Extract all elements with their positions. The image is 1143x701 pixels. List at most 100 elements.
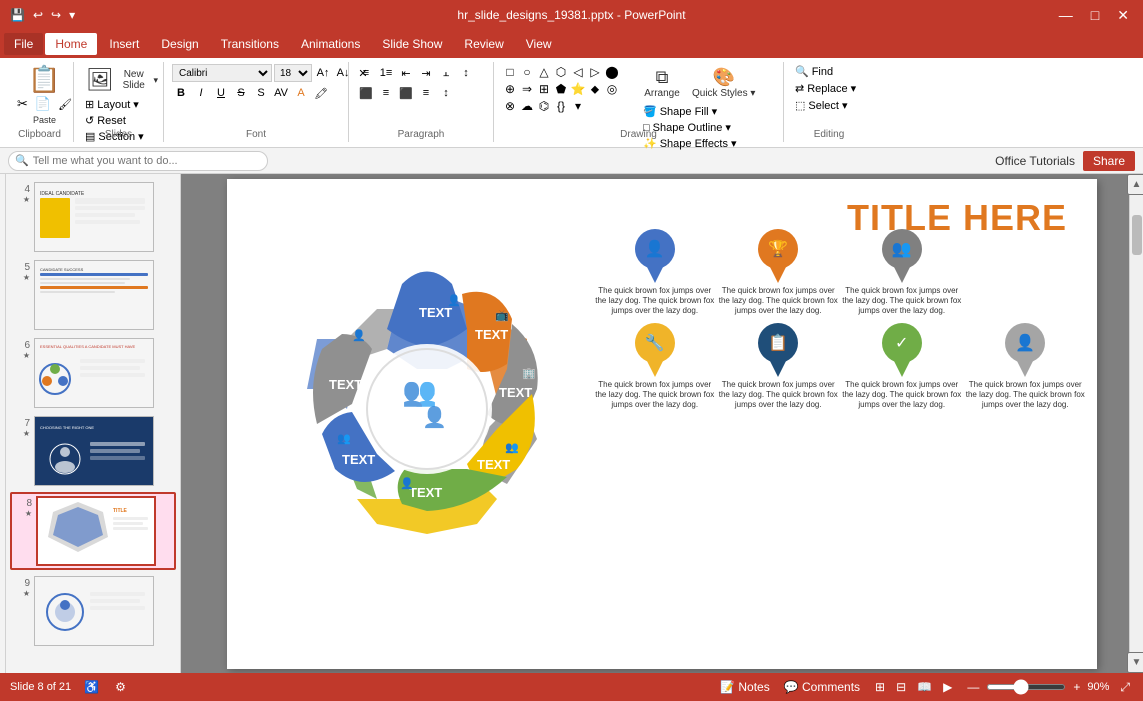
shape-btn[interactable]: ⬥ xyxy=(587,81,603,97)
slideshow-button[interactable]: ▶ xyxy=(939,678,956,696)
arrange-button[interactable]: ⧉ Arrange xyxy=(640,64,684,102)
comments-button[interactable]: 💬 Comments xyxy=(781,679,863,695)
shapes-more-btn[interactable]: ▾ xyxy=(570,98,586,114)
text-direction-button[interactable]: ↕ xyxy=(457,64,475,82)
save-qa-button[interactable]: 💾 xyxy=(8,6,27,24)
shape-btn[interactable]: ⭐ xyxy=(570,81,586,97)
tab-slideshow[interactable]: Slide Show xyxy=(372,33,452,55)
zoom-slider-input[interactable] xyxy=(986,684,1066,690)
shape-btn[interactable]: ⊗ xyxy=(502,98,518,114)
char-spacing-button[interactable]: AV xyxy=(272,84,290,102)
align-left-button[interactable]: ⬛ xyxy=(357,84,375,102)
shape-btn[interactable]: ⬤ xyxy=(604,64,620,80)
format-painter-button[interactable]: 🖌 xyxy=(55,95,75,113)
zoom-in-button[interactable]: + xyxy=(1070,679,1083,695)
shadow-button[interactable]: S xyxy=(252,84,270,102)
align-right-button[interactable]: ⬛ xyxy=(397,84,415,102)
shape-btn[interactable]: ○ xyxy=(519,64,535,80)
tab-insert[interactable]: Insert xyxy=(99,33,149,55)
tab-animations[interactable]: Animations xyxy=(291,33,370,55)
scroll-up-button[interactable]: ▲ xyxy=(1127,174,1143,195)
shape-btn[interactable]: ⊕ xyxy=(502,81,518,97)
scroll-thumb[interactable] xyxy=(1132,215,1142,255)
shape-fill-button[interactable]: 🪣 Shape Fill ▾ xyxy=(640,104,759,119)
shape-btn[interactable]: ⊞ xyxy=(536,81,552,97)
numbering-button[interactable]: 1≡ xyxy=(377,64,395,82)
columns-button[interactable]: ⫠ xyxy=(437,64,455,82)
slide4-svg: IDEAL CANDIDATE xyxy=(35,183,153,251)
font-color-button[interactable]: A xyxy=(292,84,310,102)
bold-button[interactable]: B xyxy=(172,84,190,102)
shape-btn[interactable]: ⇒ xyxy=(519,81,535,97)
align-center-button[interactable]: ≡ xyxy=(377,84,395,102)
select-button[interactable]: ⬚ Select ▾ xyxy=(792,98,851,113)
slide-thumb-8[interactable]: 8 ★ TITLE xyxy=(10,492,176,570)
new-slide-button[interactable]: 🖼 New Slide ▾ xyxy=(82,64,162,96)
shape-btn[interactable]: {} xyxy=(553,98,569,114)
slide-sorter-button[interactable]: ⊟ xyxy=(892,678,910,696)
copy-button[interactable]: 📄 xyxy=(32,95,54,113)
svg-text:TEXT: TEXT xyxy=(475,327,508,342)
find-button[interactable]: 🔍 Find xyxy=(792,64,836,79)
tab-design[interactable]: Design xyxy=(151,33,208,55)
tab-review[interactable]: Review xyxy=(454,33,513,55)
tell-me-input[interactable] xyxy=(33,155,261,167)
font-size-select[interactable]: 18 xyxy=(274,64,312,82)
slide-thumb-9[interactable]: 9 ★ xyxy=(10,574,176,648)
tab-view[interactable]: View xyxy=(516,33,562,55)
slide-thumb-4[interactable]: 4 ★ IDEAL CANDIDATE xyxy=(10,180,176,254)
cut-button[interactable]: ✂ xyxy=(14,95,31,113)
scroll-down-button[interactable]: ▼ xyxy=(1127,652,1143,673)
paste-button[interactable]: 📋 xyxy=(20,64,70,94)
pin-head-2: 🏆 xyxy=(758,229,798,269)
info-item-4: 🔧 The quick brown fox jumps over the laz… xyxy=(595,323,715,411)
share-button[interactable]: Share xyxy=(1083,151,1135,171)
canvas-scrollbar: ▲ ▼ xyxy=(1129,174,1143,673)
redo-qa-button[interactable]: ↪ xyxy=(49,6,63,24)
font-size-increase-button[interactable]: A↑ xyxy=(314,64,332,82)
tab-home[interactable]: Home xyxy=(45,33,97,55)
tab-transitions[interactable]: Transitions xyxy=(211,33,289,55)
bullets-button[interactable]: ≡ xyxy=(357,64,375,82)
strikethrough-button[interactable]: S xyxy=(232,84,250,102)
tab-file[interactable]: File xyxy=(4,33,43,55)
zoom-out-button[interactable]: — xyxy=(964,679,982,695)
slide-thumb-7[interactable]: 7 ★ CHOOSING THE RIGHT ONE xyxy=(10,414,176,488)
reading-view-button[interactable]: 📖 xyxy=(913,678,936,696)
office-tutorials-link[interactable]: Office Tutorials xyxy=(995,154,1075,168)
layout-button[interactable]: ⊞ Layout ▾ xyxy=(82,97,142,112)
macros-button[interactable]: ⚙ xyxy=(112,679,129,695)
line-spacing-button[interactable]: ↕ xyxy=(437,84,455,102)
maximize-button[interactable]: □ xyxy=(1085,5,1105,25)
italic-button[interactable]: I xyxy=(192,84,210,102)
slide-thumb-6[interactable]: 6 ★ ESSENTIAL QUALITIES A CANDIDATE MUST… xyxy=(10,336,176,410)
indent-decrease-button[interactable]: ⇤ xyxy=(397,64,415,82)
shape-btn[interactable]: ◁ xyxy=(570,64,586,80)
justify-button[interactable]: ≡ xyxy=(417,84,435,102)
underline-button[interactable]: U xyxy=(212,84,230,102)
shape-btn[interactable]: □ xyxy=(502,64,518,80)
shape-btn[interactable]: ⬡ xyxy=(553,64,569,80)
shape-btn[interactable]: ☁ xyxy=(519,98,535,114)
shape-btn[interactable]: ▷ xyxy=(587,64,603,80)
reset-button[interactable]: ↺ Reset xyxy=(82,113,129,128)
shape-btn[interactable]: ◎ xyxy=(604,81,620,97)
normal-view-button[interactable]: ⊞ xyxy=(871,678,889,696)
indent-increase-button[interactable]: ⇥ xyxy=(417,64,435,82)
replace-button[interactable]: ⇄ Replace ▾ xyxy=(792,81,859,96)
minimize-button[interactable]: — xyxy=(1053,5,1079,25)
slide-thumb-5[interactable]: 5 ★ CANDIDATE SUCCESS xyxy=(10,258,176,332)
shape-btn[interactable]: △ xyxy=(536,64,552,80)
shape-btn[interactable]: ⬟ xyxy=(553,81,569,97)
undo-qa-button[interactable]: ↩ xyxy=(31,6,45,24)
text-highlight-button[interactable]: 🖍 xyxy=(312,84,330,102)
shape-btn[interactable]: ⌬ xyxy=(536,98,552,114)
pin-head-1: 👤 xyxy=(635,229,675,269)
font-family-select[interactable]: Calibri xyxy=(172,64,272,82)
fit-slide-button[interactable]: ⤢ xyxy=(1117,679,1133,696)
close-button[interactable]: ✕ xyxy=(1111,5,1135,26)
quick-styles-button[interactable]: 🎨 Quick Styles ▾ xyxy=(688,64,759,102)
more-qa-button[interactable]: ▾ xyxy=(67,6,77,24)
accessibility-button[interactable]: ♿ xyxy=(81,679,102,695)
notes-button[interactable]: 📝 Notes xyxy=(717,679,773,695)
